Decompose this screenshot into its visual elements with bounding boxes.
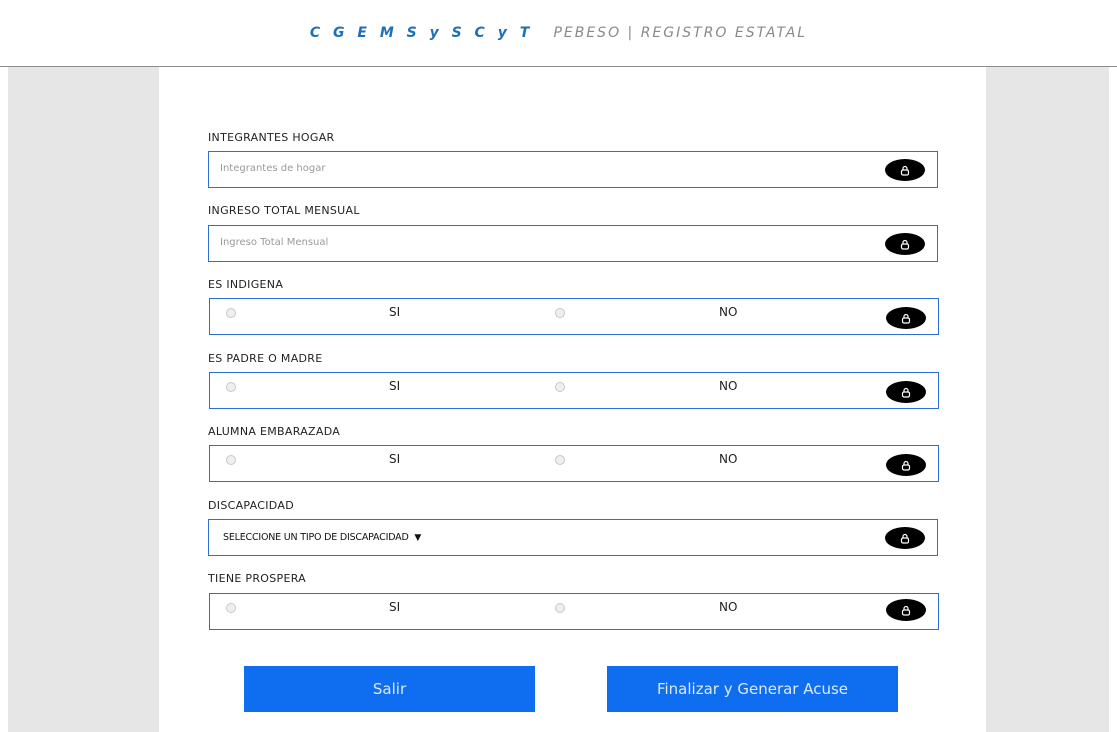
- padre-madre-field-box: SI NO: [209, 372, 939, 409]
- indigena-field-box: SI NO: [209, 298, 939, 335]
- lock-button[interactable]: [885, 159, 925, 181]
- lock-button[interactable]: [886, 454, 926, 476]
- brand-title: C G E M S y S C y T PEBESO | REGISTRO ES…: [0, 24, 1117, 41]
- discapacidad-label: DISCAPACIDAD: [208, 499, 294, 512]
- padre-madre-no-radio[interactable]: [555, 382, 565, 392]
- right-gutter: [986, 67, 1109, 732]
- exit-button[interactable]: Salir: [244, 666, 535, 712]
- indigena-yes-label: SI: [389, 305, 401, 319]
- finish-button[interactable]: Finalizar y Generar Acuse: [607, 666, 898, 712]
- lock-icon: [900, 165, 910, 176]
- prospera-no-label: NO: [719, 600, 738, 614]
- lock-icon: [901, 313, 911, 324]
- lock-icon: [901, 605, 911, 616]
- lock-button[interactable]: [886, 381, 926, 403]
- embarazada-field-box: SI NO: [209, 445, 939, 482]
- caret-down-icon: ▼: [414, 533, 422, 543]
- lock-icon: [900, 533, 910, 544]
- brand-acronym: C G E M S y S C y T: [309, 25, 534, 41]
- lock-icon: [901, 460, 911, 471]
- lock-button[interactable]: [886, 599, 926, 621]
- embarazada-yes-radio[interactable]: [226, 455, 236, 465]
- indigena-yes-radio[interactable]: [226, 308, 236, 318]
- prospera-yes-radio[interactable]: [226, 603, 236, 613]
- ingreso-field-box: [208, 225, 938, 262]
- top-header: C G E M S y S C y T PEBESO | REGISTRO ES…: [0, 0, 1117, 67]
- padre-madre-no-label: NO: [719, 379, 738, 393]
- padre-madre-label: ES PADRE O MADRE: [208, 352, 323, 365]
- prospera-label: TIENE PROSPERA: [208, 572, 307, 585]
- lock-button[interactable]: [885, 233, 925, 255]
- indigena-no-label: NO: [719, 305, 738, 319]
- lock-icon: [900, 239, 910, 250]
- lock-button[interactable]: [885, 527, 925, 549]
- padre-madre-yes-label: SI: [389, 379, 401, 393]
- lock-icon: [901, 387, 911, 398]
- brand-subtitle: PEBESO | REGISTRO ESTATAL: [553, 25, 808, 41]
- indigena-no-radio[interactable]: [555, 308, 565, 318]
- prospera-no-radio[interactable]: [555, 603, 565, 613]
- padre-madre-yes-radio[interactable]: [226, 382, 236, 392]
- lock-button[interactable]: [886, 307, 926, 329]
- embarazada-no-radio[interactable]: [555, 455, 565, 465]
- prospera-yes-label: SI: [389, 600, 401, 614]
- prospera-field-box: SI NO: [209, 593, 939, 630]
- form-panel: INTEGRANTES HOGAR INGRESO TOTAL MENSUAL …: [159, 79, 986, 732]
- integrantes-field-box: [208, 151, 938, 188]
- ingreso-label: INGRESO TOTAL MENSUAL: [208, 204, 360, 217]
- discapacidad-field-box: SELECCIONE UN TIPO DE DISCAPACIDAD ▼: [208, 519, 938, 556]
- embarazada-yes-label: SI: [389, 452, 401, 466]
- discapacidad-select[interactable]: SELECCIONE UN TIPO DE DISCAPACIDAD ▼: [223, 532, 421, 543]
- ingreso-input[interactable]: [210, 227, 880, 258]
- left-gutter: [8, 67, 159, 732]
- integrantes-label: INTEGRANTES HOGAR: [208, 131, 335, 144]
- integrantes-input[interactable]: [210, 153, 880, 184]
- indigena-label: ES INDIGENA: [208, 278, 284, 291]
- embarazada-no-label: NO: [719, 452, 738, 466]
- embarazada-label: ALUMNA EMBARAZADA: [208, 425, 341, 438]
- discapacidad-selected-value: SELECCIONE UN TIPO DE DISCAPACIDAD: [223, 532, 409, 543]
